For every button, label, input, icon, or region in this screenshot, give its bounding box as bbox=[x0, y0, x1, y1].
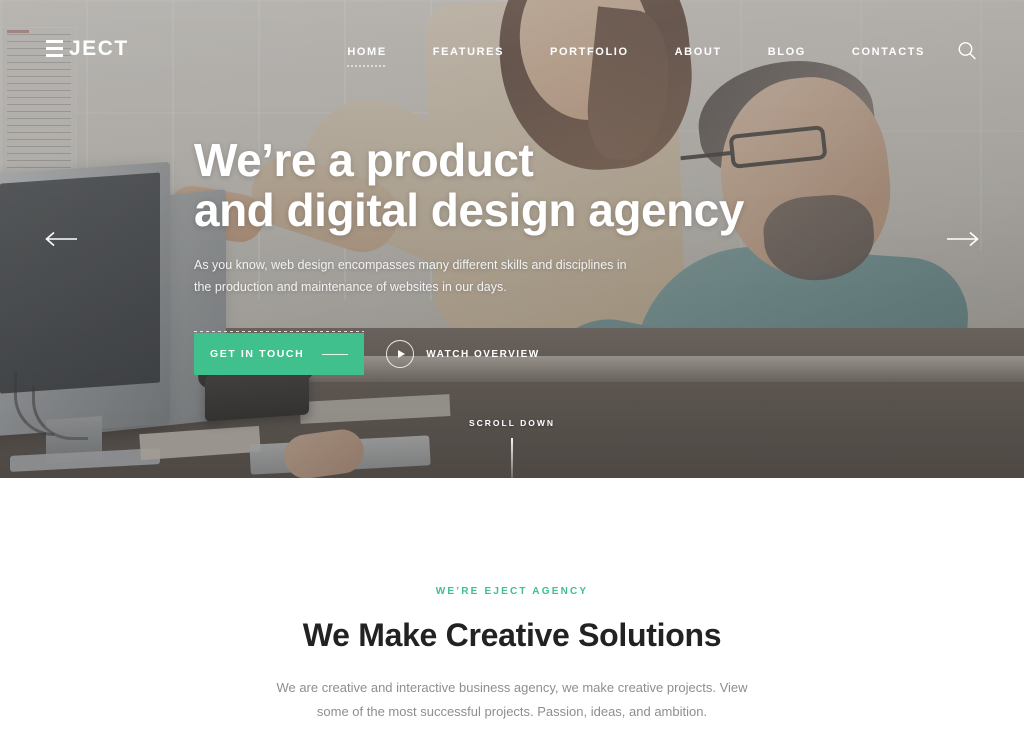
arrow-right-icon bbox=[947, 231, 979, 247]
watch-overview-label: WATCH OVERVIEW bbox=[426, 348, 540, 360]
slider-prev-button[interactable] bbox=[44, 226, 84, 252]
scroll-down-line bbox=[511, 438, 513, 478]
nav-item-home[interactable]: HOME bbox=[324, 42, 409, 67]
hero-content: We’re a product and digital design agenc… bbox=[194, 134, 834, 376]
logo-e-mark-icon bbox=[46, 40, 63, 57]
hero-title-line-2: and digital design agency bbox=[194, 183, 744, 236]
get-in-touch-label: GET IN TOUCH bbox=[210, 348, 305, 361]
hero-title-line-1: We’re a product bbox=[194, 134, 534, 186]
about-eyebrow: WE’RE EJECT AGENCY bbox=[435, 586, 589, 597]
get-in-touch-button[interactable]: GET IN TOUCH bbox=[194, 331, 365, 376]
hero-actions: GET IN TOUCH WATCH OVERVIEW bbox=[194, 331, 834, 376]
hero-section: JECT HOME FEATURES PORTFOLIO ABOUT BLOG … bbox=[0, 0, 1024, 478]
watch-overview-button[interactable]: WATCH OVERVIEW bbox=[386, 340, 540, 369]
nav-item-features[interactable]: FEATURES bbox=[410, 42, 527, 62]
about-description: We are creative and interactive business… bbox=[276, 680, 748, 720]
hero-subtitle: As you know, web design encompasses many… bbox=[194, 258, 627, 295]
site-header: JECT HOME FEATURES PORTFOLIO ABOUT BLOG … bbox=[0, 0, 1024, 100]
search-icon[interactable] bbox=[956, 40, 978, 62]
play-icon bbox=[386, 340, 415, 369]
nav-item-portfolio[interactable]: PORTFOLIO bbox=[527, 42, 652, 62]
arrow-left-icon bbox=[45, 231, 77, 247]
main-navigation: HOME FEATURES PORTFOLIO ABOUT BLOG CONTA… bbox=[324, 42, 948, 67]
hero-title: We’re a product and digital design agenc… bbox=[194, 134, 834, 236]
slider-next-button[interactable] bbox=[940, 226, 980, 252]
nav-item-contacts[interactable]: CONTACTS bbox=[829, 42, 948, 62]
about-title: We Make Creative Solutions bbox=[302, 617, 722, 653]
about-section: WE’RE EJECT AGENCY We Make Creative Solu… bbox=[0, 478, 1024, 745]
nav-item-blog[interactable]: BLOG bbox=[745, 42, 829, 62]
nav-item-about[interactable]: ABOUT bbox=[652, 42, 745, 62]
logo-text: JECT bbox=[69, 37, 129, 60]
scroll-down-indicator[interactable]: SCROLL DOWN bbox=[0, 418, 1024, 478]
logo[interactable]: JECT bbox=[46, 38, 129, 59]
scroll-down-label: SCROLL DOWN bbox=[468, 418, 556, 428]
button-dash-icon bbox=[322, 353, 349, 355]
